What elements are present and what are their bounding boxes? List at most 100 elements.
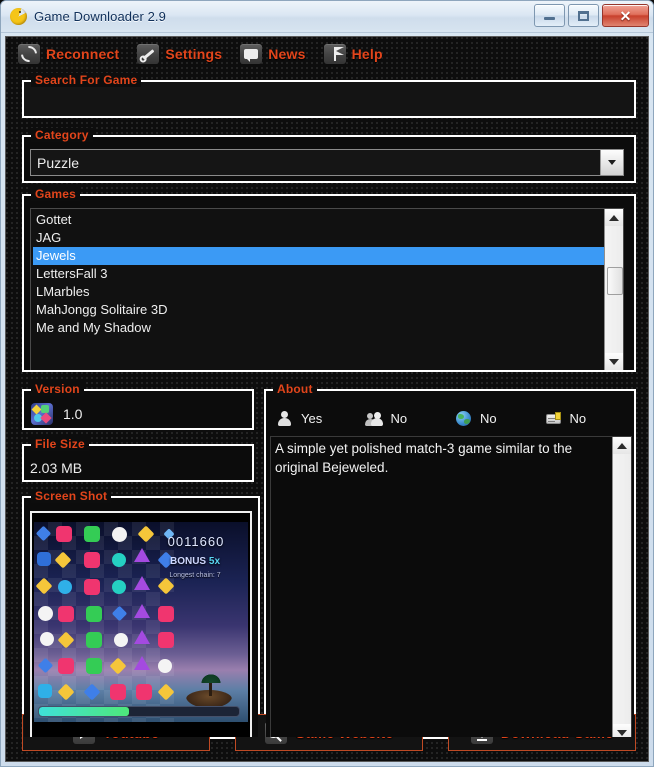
- window-controls: ✕: [534, 4, 649, 27]
- about-scrollbar[interactable]: [612, 437, 631, 737]
- multiplayer-icon: [364, 410, 383, 427]
- gem: [56, 526, 72, 542]
- screenshot-frame[interactable]: 0011660 BONUS 5x Longest chain: 7: [30, 511, 252, 737]
- about-description-box[interactable]: A simple yet polished match-3 game simil…: [270, 436, 632, 737]
- attribute-value: No: [390, 410, 408, 426]
- scroll-up-icon[interactable]: [613, 437, 631, 454]
- gem: [112, 527, 127, 542]
- toolbar-item-reconnect[interactable]: Reconnect: [17, 42, 120, 66]
- version-value: 1.0: [63, 406, 83, 422]
- scroll-up-icon[interactable]: [605, 209, 623, 226]
- category-select[interactable]: Puzzle: [30, 149, 624, 176]
- game-score: 0011660: [167, 534, 225, 549]
- toolbar-label-reconnect: Reconnect: [46, 46, 120, 62]
- gem: [86, 658, 102, 674]
- about-description: A simple yet polished match-3 game simil…: [275, 441, 573, 475]
- toolbar-label-news: News: [268, 46, 306, 62]
- list-item[interactable]: Me and My Shadow: [33, 319, 604, 337]
- scroll-down-icon[interactable]: [613, 724, 631, 737]
- minimize-button[interactable]: [534, 4, 565, 27]
- toolbar-label-settings: Settings: [165, 46, 223, 62]
- gem: [110, 684, 126, 700]
- gem: [38, 606, 53, 621]
- attribute-value: No: [569, 410, 587, 426]
- gem: [134, 656, 150, 670]
- game-sub-label: Longest chain: 7: [169, 572, 221, 579]
- list-item[interactable]: JAG: [33, 229, 604, 247]
- gem: [40, 632, 54, 646]
- games-list: Gottet JAG Jewels LettersFall 3 LMarbles…: [31, 209, 604, 370]
- group-body: Gottet JAG Jewels LettersFall 3 LMarbles…: [24, 196, 634, 370]
- scrollbar-thumb[interactable]: [607, 267, 623, 295]
- game-tile-icon: [31, 403, 53, 425]
- search-group-legend: Search For Game: [31, 73, 142, 87]
- category-group: Puzzle Category: [22, 128, 636, 183]
- about-group: Yes No No No A simple yet polished match…: [264, 382, 636, 739]
- pacman-icon: [10, 8, 27, 25]
- bonus-value: 5x: [208, 556, 221, 567]
- refresh-icon: [17, 42, 41, 66]
- attribute-single-player: Yes: [272, 410, 362, 427]
- gem: [158, 659, 172, 673]
- group-body: 0011660 BONUS 5x Longest chain: 7: [24, 498, 258, 737]
- gem: [158, 606, 174, 622]
- client-area: Reconnect Settings News Help Search For …: [5, 36, 649, 762]
- gem: [86, 632, 102, 648]
- gem: [37, 552, 51, 566]
- version-row: 1.0: [31, 403, 82, 425]
- window-title: Game Downloader 2.9: [34, 9, 166, 24]
- close-icon: ✕: [619, 7, 632, 24]
- chat-bubble-icon: [240, 44, 263, 64]
- list-item[interactable]: LMarbles: [33, 283, 604, 301]
- version-group-legend: Version: [31, 382, 84, 396]
- group-body: [24, 82, 634, 116]
- gem: [84, 552, 100, 568]
- app-window: Game Downloader 2.9 ✕ Reconnect Settings: [0, 0, 654, 767]
- attribute-value: No: [480, 410, 497, 426]
- list-item[interactable]: Gottet: [33, 211, 604, 229]
- toolbar-item-help[interactable]: Help: [323, 44, 383, 64]
- gem: [58, 580, 72, 594]
- list-item[interactable]: MahJongg Solitaire 3D: [33, 301, 604, 319]
- game-progress-fill: [39, 707, 129, 716]
- game-bonus: BONUS 5x: [150, 556, 240, 567]
- gem: [112, 553, 126, 567]
- bonus-label: BONUS: [169, 556, 207, 567]
- category-selected-value: Puzzle: [37, 154, 80, 171]
- gem: [84, 579, 100, 595]
- group-body: Yes No No No A simple yet polished match…: [266, 391, 634, 737]
- attribute-multiplayer: No: [362, 410, 452, 427]
- scroll-down-icon[interactable]: [605, 353, 623, 370]
- gem: [84, 526, 100, 542]
- filesize-group-legend: File Size: [31, 437, 89, 451]
- gem: [86, 606, 102, 622]
- version-group: 1.0 Version: [22, 382, 254, 430]
- list-item-selected[interactable]: Jewels: [33, 247, 604, 265]
- title-bar: Game Downloader 2.9 ✕: [1, 1, 653, 33]
- group-body: Puzzle: [24, 137, 634, 181]
- toolbar-item-news[interactable]: News: [240, 44, 305, 64]
- games-listbox[interactable]: Gottet JAG Jewels LettersFall 3 LMarbles…: [30, 208, 624, 370]
- filesize-value: 2.03 MB: [30, 460, 83, 476]
- games-scrollbar[interactable]: [604, 209, 623, 370]
- category-group-legend: Category: [31, 128, 93, 142]
- toolbar-item-settings[interactable]: Settings: [137, 44, 222, 64]
- close-button[interactable]: ✕: [602, 4, 649, 27]
- search-input[interactable]: [24, 82, 634, 116]
- attribute-value: Yes: [301, 410, 323, 426]
- palm-tree-decoration: [200, 673, 222, 696]
- single-player-icon: [276, 410, 293, 427]
- maximize-button[interactable]: [568, 4, 599, 27]
- gem: [134, 630, 150, 644]
- gem: [134, 604, 150, 618]
- gem: [58, 658, 74, 674]
- filesize-group: 2.03 MB File Size: [22, 437, 254, 482]
- toolbar-label-help: Help: [351, 46, 383, 62]
- gem: [136, 684, 152, 700]
- games-group-legend: Games: [31, 187, 81, 201]
- list-item[interactable]: LettersFall 3: [33, 265, 604, 283]
- chevron-down-icon[interactable]: [600, 150, 623, 175]
- gem: [58, 606, 74, 622]
- gem: [134, 576, 150, 590]
- attribute-online: No: [451, 410, 541, 427]
